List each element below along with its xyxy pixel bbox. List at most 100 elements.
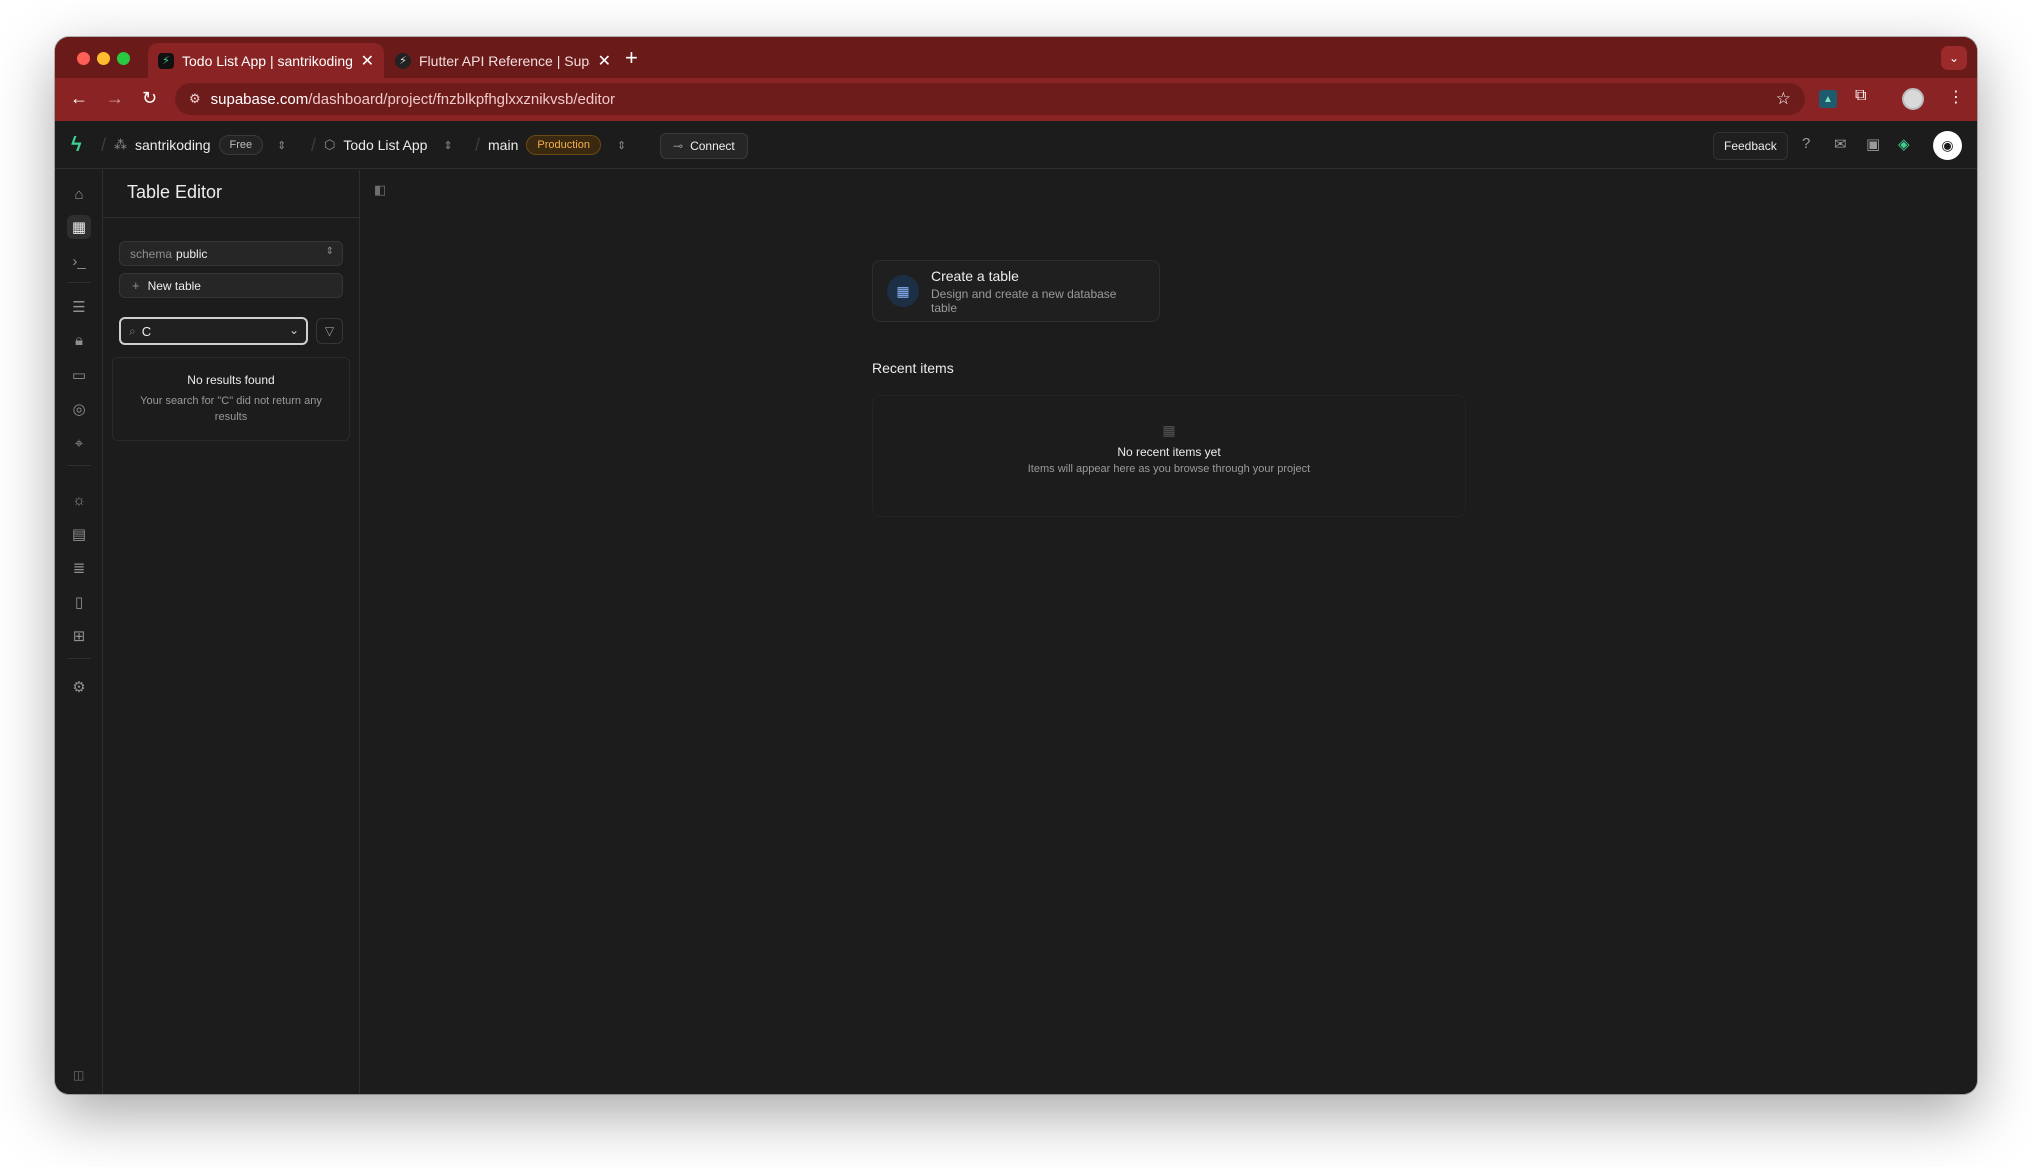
create-table-title: Create a table bbox=[931, 267, 1019, 284]
authentication-icon[interactable]: 🔒︎ bbox=[67, 328, 91, 352]
assistant-icon[interactable]: ◈ bbox=[1898, 135, 1910, 153]
new-table-label: New table bbox=[147, 278, 201, 293]
breadcrumb-separator: / bbox=[311, 134, 317, 155]
create-table-description: Design and create a new database table bbox=[931, 286, 1117, 315]
close-tab-icon[interactable]: ✕ bbox=[361, 51, 374, 71]
create-table-card[interactable]: ▦ Create a table Design and create a new… bbox=[872, 260, 1160, 322]
bookmark-star-icon[interactable]: ☆ bbox=[1776, 89, 1791, 109]
integrations-icon[interactable]: ⊞ bbox=[67, 624, 91, 648]
schema-selector[interactable]: schema public ⇕ bbox=[119, 241, 343, 266]
address-bar[interactable]: ⚙ supabase.com/dashboard/project/fnzblkp… bbox=[175, 83, 1805, 115]
zoom-window-button[interactable] bbox=[117, 52, 130, 65]
expand-chevrons-icon[interactable]: ⌄ bbox=[289, 323, 299, 337]
logs-icon[interactable]: ≣ bbox=[67, 556, 91, 580]
search-icon: ⌕ bbox=[129, 323, 136, 338]
inbox-icon[interactable]: ✉ bbox=[1834, 135, 1847, 153]
browser-menu-icon[interactable]: ⋮ bbox=[1948, 87, 1964, 107]
schema-label: schema bbox=[130, 246, 173, 261]
site-settings-icon[interactable]: ⚙ bbox=[189, 91, 201, 107]
supabase-favicon-icon: ⚡ bbox=[395, 52, 411, 69]
recent-empty-text: Items will appear here as you browse thr… bbox=[1027, 463, 1311, 475]
connect-button[interactable]: ⊸ Connect bbox=[660, 133, 748, 159]
no-results-text: Your search for "C" did not return any r… bbox=[140, 395, 322, 423]
switch-project-chevron-icon[interactable]: ⇕ bbox=[443, 139, 452, 152]
collapse-sidebar-icon[interactable]: ◫ bbox=[73, 1068, 84, 1082]
tab-strip: ⚡ Todo List App | santrikoding | ✕ ⚡ Flu… bbox=[55, 37, 1977, 78]
switch-org-chevron-icon[interactable]: ⇕ bbox=[277, 139, 286, 152]
tab-label: Todo List App | santrikoding | bbox=[182, 52, 353, 69]
project-icon: ⬡ bbox=[324, 137, 336, 152]
extension-icon[interactable]: ▲ bbox=[1819, 90, 1837, 108]
storage-icon[interactable]: ▭ bbox=[67, 363, 91, 387]
profile-avatar-icon[interactable] bbox=[1902, 88, 1924, 110]
sidebar-title: Table Editor bbox=[127, 182, 223, 202]
switch-branch-chevron-icon[interactable]: ⇕ bbox=[617, 139, 626, 152]
recent-items-heading: Recent items bbox=[872, 360, 954, 376]
empty-table-icon: ▦ bbox=[1162, 422, 1176, 438]
toggle-panel-icon[interactable]: ◧ bbox=[374, 182, 386, 198]
database-icon[interactable]: ☰ bbox=[67, 295, 91, 319]
connect-label: Connect bbox=[690, 139, 735, 153]
main-content: ◧ ▦ Create a table Design and create a n… bbox=[360, 170, 1977, 1094]
forward-arrow-icon[interactable]: → bbox=[106, 88, 124, 109]
breadcrumb-separator: / bbox=[475, 134, 481, 155]
table-editor-icon[interactable]: ▦ bbox=[67, 215, 91, 239]
browser-toolbar: ← → ↻ ⚙ supabase.com/dashboard/project/f… bbox=[55, 78, 1977, 121]
api-docs-icon[interactable]: ▯ bbox=[67, 590, 91, 614]
project-nav-rail: ⌂ ▦ ›_ ☰ 🔒︎ ▭ ◎ ⌖ ☼ ▤ ≣ ▯ ⊞ ⚙ ◫ bbox=[55, 170, 103, 1094]
table-icon: ▦ bbox=[887, 275, 919, 307]
sql-editor-icon[interactable]: ›_ bbox=[67, 249, 91, 273]
home-icon[interactable]: ⌂ bbox=[67, 182, 91, 206]
breadcrumb-branch[interactable]: / main Production ⇕ bbox=[475, 121, 626, 169]
org-name: santrikoding bbox=[135, 137, 211, 153]
tab-flutter-api-reference[interactable]: ⚡ Flutter API Reference | Supab ✕ bbox=[385, 43, 621, 78]
rail-divider bbox=[67, 282, 91, 283]
no-results-panel: No results found Your search for "C" did… bbox=[112, 357, 350, 441]
help-icon[interactable]: ? bbox=[1802, 135, 1810, 152]
tab-search-chevron-icon[interactable]: ⌄ bbox=[1941, 46, 1967, 70]
chevron-updown-icon: ⇕ bbox=[325, 246, 334, 257]
realtime-icon[interactable]: ◎ bbox=[67, 397, 91, 421]
settings-gear-icon[interactable]: ⚙ bbox=[67, 675, 91, 699]
filter-button[interactable]: ▽ bbox=[316, 318, 343, 344]
table-search-input[interactable]: ⌕ C ⌄ bbox=[119, 317, 308, 345]
rail-divider bbox=[67, 658, 91, 659]
supabase-logo-icon[interactable]: ϟ bbox=[71, 134, 82, 157]
advisors-icon[interactable]: ☼ bbox=[67, 488, 91, 512]
no-results-title: No results found bbox=[187, 373, 275, 387]
url-host: supabase.com bbox=[210, 90, 309, 108]
plug-icon: ⊸ bbox=[673, 139, 684, 153]
browser-window: ⚡ Todo List App | santrikoding | ✕ ⚡ Flu… bbox=[55, 37, 1977, 1094]
tab-todo-list-app[interactable]: ⚡ Todo List App | santrikoding | ✕ bbox=[148, 43, 384, 78]
rail-divider bbox=[67, 465, 91, 466]
close-window-button[interactable] bbox=[77, 52, 90, 65]
terminal-icon[interactable]: ▣ bbox=[1866, 135, 1880, 153]
sidebar-divider bbox=[103, 217, 359, 218]
schema-value: public bbox=[176, 246, 208, 261]
breadcrumb-project[interactable]: / ⬡ Todo List App ⇕ bbox=[311, 121, 453, 169]
feedback-button[interactable]: Feedback bbox=[1713, 132, 1788, 160]
table-editor-sidebar: Table Editor schema public ⇕ + New table… bbox=[103, 170, 360, 1094]
user-avatar[interactable]: ◉ bbox=[1933, 131, 1962, 160]
app-header: ϟ / ⁂ santrikoding Free ⇕ / ⬡ Todo List … bbox=[55, 121, 1977, 169]
new-table-button[interactable]: + New table bbox=[119, 273, 343, 298]
url-path: /dashboard/project/fnzblkpfhglxxznikvsb/… bbox=[308, 90, 616, 108]
extensions-puzzle-icon[interactable]: ⧉ bbox=[1855, 87, 1866, 105]
new-tab-button[interactable]: + bbox=[625, 45, 638, 71]
breadcrumb-org[interactable]: / ⁂ santrikoding Free ⇕ bbox=[101, 121, 286, 169]
edge-functions-icon[interactable]: ⌖ bbox=[67, 431, 91, 455]
feedback-label: Feedback bbox=[1724, 139, 1777, 153]
minimize-window-button[interactable] bbox=[97, 52, 110, 65]
close-tab-icon[interactable]: ✕ bbox=[598, 51, 611, 71]
production-badge: Production bbox=[526, 135, 601, 155]
plus-icon: + bbox=[132, 278, 140, 293]
back-arrow-icon[interactable]: ← bbox=[70, 88, 88, 109]
search-value: C bbox=[141, 323, 152, 339]
branch-name: main bbox=[488, 137, 519, 153]
recent-items-empty: ▦ No recent items yet Items will appear … bbox=[872, 395, 1466, 517]
plan-badge: Free bbox=[218, 135, 264, 155]
recent-empty-title: No recent items yet bbox=[1117, 445, 1221, 459]
supabase-favicon-icon: ⚡ bbox=[158, 52, 174, 69]
reload-icon[interactable]: ↻ bbox=[142, 88, 157, 109]
reports-icon[interactable]: ▤ bbox=[67, 522, 91, 546]
